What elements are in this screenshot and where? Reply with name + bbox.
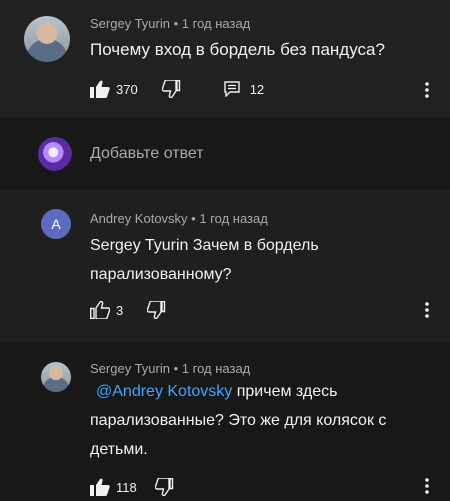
comment-meta: Sergey Tyurin • 1 год назад (90, 16, 251, 31)
more-options-icon[interactable] (421, 476, 433, 496)
thumbs-up-icon[interactable] (90, 301, 110, 319)
comment-actions: 370 12 (90, 80, 264, 98)
mention-link[interactable]: @Andrey Kotovsky (96, 383, 232, 400)
comment-time[interactable]: 1 год назад (182, 361, 250, 376)
like-count: 3 (116, 302, 124, 318)
thumbs-down-icon[interactable] (147, 301, 167, 319)
comment-text: @Andrey Kotovsky причем здесь парализова… (90, 383, 387, 458)
comment-time[interactable]: 1 год назад (199, 211, 267, 226)
reply-comment: Sergey Tyurin • 1 год назад @Andrey Koto… (0, 342, 450, 501)
thumbs-down-icon[interactable] (161, 80, 182, 98)
thumbs-down-icon[interactable] (154, 478, 175, 496)
add-reply-box[interactable]: Добавьте ответ (0, 117, 450, 189)
top-comment: Sergey Tyurin • 1 год назад Почему вход … (0, 0, 450, 117)
comment-text: Почему вход в бордель без пандуса? (90, 40, 385, 59)
comment-meta: Andrey Kotovsky • 1 год назад (90, 211, 268, 226)
reply-count: 12 (249, 81, 265, 97)
avatar[interactable] (24, 16, 70, 62)
more-options-icon[interactable] (421, 300, 433, 320)
avatar[interactable] (41, 362, 71, 392)
like-count: 370 (116, 81, 138, 97)
comment-actions: 118 (90, 478, 175, 496)
more-options-icon[interactable] (421, 80, 433, 100)
thumbs-up-filled-icon[interactable] (90, 478, 110, 496)
reply-input[interactable]: Добавьте ответ (90, 145, 204, 163)
reply-icon[interactable] (224, 81, 240, 97)
current-user-avatar (38, 137, 72, 171)
like-count: 118 (116, 479, 137, 495)
comment-time[interactable]: 1 год назад (182, 16, 250, 31)
thumbs-up-filled-icon[interactable] (90, 80, 110, 98)
comment-meta: Sergey Tyurin • 1 год назад (90, 361, 251, 376)
author-name[interactable]: Andrey Kotovsky (90, 211, 188, 226)
comment-text: Sergey Tyurin Зачем в бордель парализова… (90, 237, 319, 283)
reply-comment: A Andrey Kotovsky • 1 год назад Sergey T… (0, 189, 450, 342)
comment-actions: 3 (90, 301, 167, 319)
author-name[interactable]: Sergey Tyurin (90, 361, 170, 376)
avatar[interactable]: A (41, 209, 71, 239)
author-name[interactable]: Sergey Tyurin (90, 16, 170, 31)
